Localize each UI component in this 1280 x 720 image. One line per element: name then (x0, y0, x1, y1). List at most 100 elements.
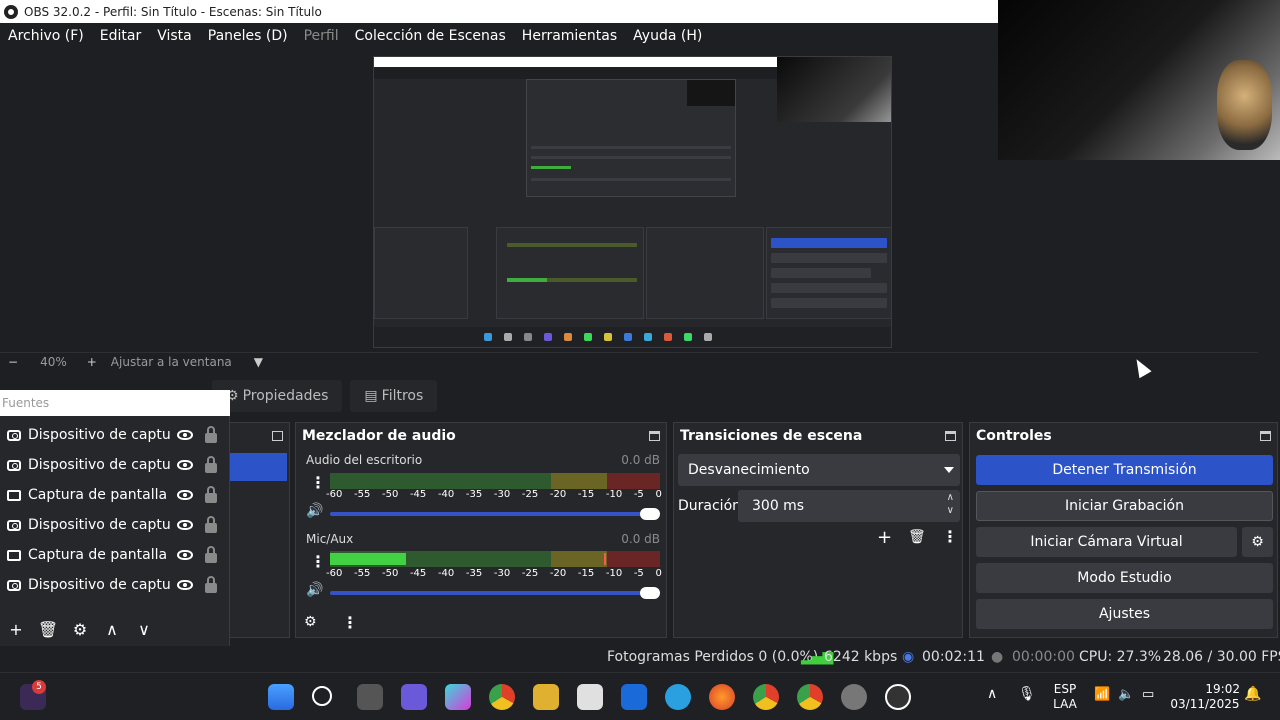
meter-peak (603, 553, 606, 565)
menu-help[interactable]: Ayuda (H) (625, 28, 710, 44)
properties-button[interactable]: ⚙ Propiedades (212, 380, 343, 412)
dock-float-icon[interactable] (649, 431, 660, 441)
source-item[interactable]: Dispositivo de captura d (0, 510, 228, 540)
volume-slider[interactable] (330, 508, 660, 520)
menu-tools[interactable]: Herramientas (514, 28, 625, 44)
volume-slider-handle[interactable] (640, 508, 660, 520)
kebab-menu-icon[interactable]: ⋮ (310, 473, 326, 492)
menu-scene-collection[interactable]: Colección de Escenas (347, 28, 514, 44)
telegram-icon[interactable] (665, 684, 691, 710)
gear-icon[interactable]: ⚙ (64, 620, 96, 639)
speaker-icon[interactable]: 🔊 (306, 582, 323, 598)
chrome-profile-2-icon[interactable] (797, 684, 823, 710)
source-item[interactable]: Captura de pantalla (0, 540, 228, 570)
preview-nested-titlebar (374, 57, 777, 67)
source-item[interactable]: Dispositivo de captura d (0, 570, 228, 600)
source-item[interactable]: Dispositivo de captura d (0, 420, 228, 450)
dock-float-icon[interactable] (1260, 431, 1271, 441)
source-item[interactable]: Dispositivo de captura d (0, 450, 228, 480)
kebab-menu-icon[interactable]: ⋮ (942, 527, 958, 546)
chevron-up-icon[interactable]: ∧ (96, 620, 128, 639)
broadcast-icon: ◉ (902, 649, 915, 665)
visibility-eye-icon[interactable] (177, 550, 193, 560)
windows-start-icon[interactable] (268, 684, 294, 710)
source-item[interactable]: Captura de pantalla 2 (0, 480, 228, 510)
zoom-out-button[interactable]: − (8, 355, 18, 369)
bell-icon[interactable]: 🔔 (1244, 687, 1261, 702)
menu-view[interactable]: Vista (149, 28, 200, 44)
chevron-up-icon[interactable]: ∧ (987, 687, 997, 702)
start-recording-button[interactable]: Iniciar Grabación (976, 491, 1273, 521)
spin-down-icon[interactable]: ∨ (947, 505, 954, 516)
language-indicator[interactable]: ESP LAA (1050, 682, 1080, 712)
scene-selected-item[interactable] (230, 453, 287, 481)
microsoft-store-icon[interactable] (577, 684, 603, 710)
dock-float-icon[interactable] (945, 431, 956, 441)
copilot-icon[interactable] (445, 684, 471, 710)
chrome-icon[interactable] (489, 684, 515, 710)
filters-button[interactable]: ▤ Filtros (350, 380, 438, 412)
lock-icon[interactable] (205, 486, 217, 503)
wifi-icon[interactable]: 📶 (1094, 687, 1110, 702)
firefox-icon[interactable] (709, 684, 735, 710)
program-preview[interactable] (373, 56, 892, 348)
kebab-menu-icon[interactable]: ⋮ (310, 552, 326, 571)
settings-gear-icon[interactable] (841, 684, 867, 710)
obs-logo-icon (4, 4, 18, 19)
battery-icon[interactable]: ▭ (1142, 687, 1154, 702)
status-bar: Fotogramas Perdidos 0 (0.0%) ▂▄▆ 6242 kb… (0, 646, 1280, 670)
spin-up-icon[interactable]: ∧ (947, 492, 954, 503)
visibility-eye-icon[interactable] (177, 520, 193, 530)
add-transition-icon[interactable]: + (877, 527, 892, 548)
transition-select[interactable]: Desvanecimiento (678, 454, 960, 486)
lock-icon[interactable] (205, 516, 217, 533)
zoom-in-button[interactable]: + (87, 355, 97, 369)
chat-icon[interactable] (401, 684, 427, 710)
obs-taskbar-icon[interactable] (885, 684, 911, 710)
start-virtual-camera-button[interactable]: Iniciar Cámara Virtual (976, 527, 1237, 557)
transitions-title: Transiciones de escena (674, 423, 962, 449)
preview-nested-window (526, 79, 736, 197)
record-time: 00:00:00 (1012, 649, 1075, 665)
task-view-icon[interactable] (357, 684, 383, 710)
dock-float-icon[interactable] (272, 431, 283, 441)
menu-edit[interactable]: Editar (92, 28, 149, 44)
menu-profile[interactable]: Perfil (296, 28, 347, 44)
trash-icon[interactable]: 🗑 (908, 529, 926, 545)
clock[interactable]: 19:02 03/11/2025 (1170, 682, 1240, 712)
visibility-eye-icon[interactable] (177, 490, 193, 500)
add-source-icon[interactable]: + (0, 620, 32, 639)
virtual-camera-settings-button[interactable]: ⚙ (1242, 527, 1273, 557)
advanced-audio-gear-icon[interactable]: ⚙ (304, 614, 317, 630)
volume-meter (330, 551, 660, 567)
lock-icon[interactable] (205, 546, 217, 563)
visibility-eye-icon[interactable] (177, 460, 193, 470)
volume-slider-handle[interactable] (640, 587, 660, 599)
studio-mode-button[interactable]: Modo Estudio (976, 563, 1273, 593)
speaker-icon[interactable]: 🔊 (306, 503, 323, 519)
search-icon[interactable] (312, 686, 332, 706)
lock-icon[interactable] (205, 456, 217, 473)
zoom-dropdown-icon[interactable]: ▼ (254, 355, 263, 369)
lock-icon[interactable] (205, 426, 217, 443)
kebab-menu-icon[interactable]: ⋮ (342, 613, 358, 632)
lock-icon[interactable] (205, 576, 217, 593)
duration-spinbox[interactable]: 300 ms ∧ ∨ (738, 490, 960, 522)
visibility-eye-icon[interactable] (177, 580, 193, 590)
chrome-profile-icon[interactable] (753, 684, 779, 710)
volume-slider[interactable] (330, 587, 660, 599)
chevron-down-icon[interactable]: ∨ (128, 620, 160, 639)
trash-icon[interactable]: 🗑 (32, 620, 64, 639)
fps: 28.06 / 30.00 FPS (1163, 649, 1280, 665)
microphone-icon[interactable]: 🎙 (1018, 687, 1036, 702)
controls-dock: Controles Detener Transmisión Iniciar Gr… (969, 422, 1278, 638)
settings-button[interactable]: Ajustes (976, 599, 1273, 629)
file-explorer-icon[interactable] (533, 684, 559, 710)
menu-file[interactable]: Archivo (F) (0, 28, 92, 44)
menu-docks[interactable]: Paneles (D) (200, 28, 296, 44)
outlook-icon[interactable] (621, 684, 647, 710)
stop-stream-button[interactable]: Detener Transmisión (976, 455, 1273, 485)
volume-icon[interactable]: 🔈 (1118, 687, 1134, 702)
visibility-eye-icon[interactable] (177, 430, 193, 440)
dropped-frames: Fotogramas Perdidos 0 (0.0%) (607, 649, 819, 665)
